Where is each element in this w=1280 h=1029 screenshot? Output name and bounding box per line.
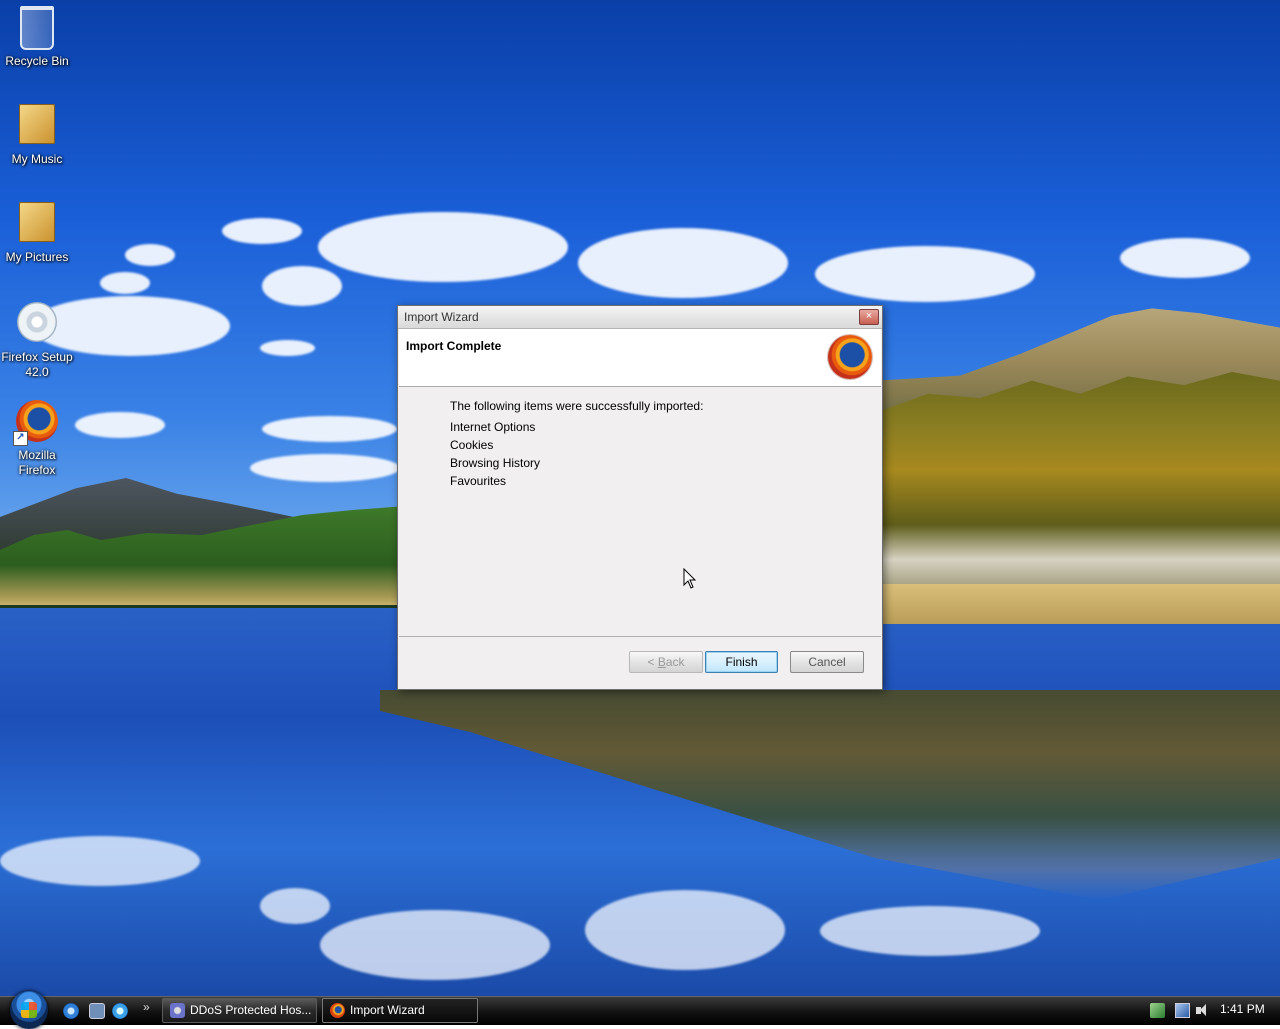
cloud xyxy=(125,244,175,266)
firefox-logo-icon xyxy=(828,335,872,379)
cloud xyxy=(815,246,1035,302)
cloud-reflection xyxy=(260,888,330,924)
cloud-reflection xyxy=(0,836,200,886)
installer-icon xyxy=(15,302,59,346)
switch-windows-icon[interactable] xyxy=(89,1003,105,1019)
desktop-icon-mozilla-firefox[interactable]: ↗ Mozilla Firefox xyxy=(0,400,74,478)
dialog-title: Import Wizard xyxy=(404,310,479,324)
desktop-icon-label: My Pictures xyxy=(5,250,69,264)
back-button[interactable]: < Back xyxy=(629,651,703,673)
cloud-reflection xyxy=(820,906,1040,956)
desktop-icon-firefox-setup[interactable]: Firefox Setup 42.0 xyxy=(0,300,74,380)
network-icon[interactable] xyxy=(1150,1003,1165,1018)
desktop-icon-label: My Music xyxy=(11,152,63,166)
firefox-icon: ↗ xyxy=(13,400,59,446)
wizard-header: Import Complete xyxy=(399,329,881,387)
import-summary-text: The following items were successfully im… xyxy=(450,399,704,413)
imported-item: Internet Options xyxy=(450,420,536,434)
system-tray: 1:41 PM xyxy=(1142,1001,1280,1021)
finish-button[interactable]: Finish xyxy=(705,651,778,673)
cloud-reflection xyxy=(585,890,785,970)
cloud xyxy=(250,454,400,482)
ie-icon[interactable] xyxy=(112,1003,128,1019)
taskbar-button-import-wizard[interactable]: Import Wizard xyxy=(322,998,478,1023)
network-icon[interactable] xyxy=(1175,1003,1190,1018)
forest-right xyxy=(880,372,1280,590)
taskbar-button-label: Import Wizard xyxy=(350,1003,425,1017)
desktop-icon-recycle-bin[interactable]: Recycle Bin xyxy=(0,4,74,69)
recycle-bin-icon xyxy=(15,6,59,50)
cloud xyxy=(262,416,397,442)
quick-launch-more-button[interactable]: » xyxy=(143,1000,150,1014)
taskbar-button-label: DDoS Protected Hos... xyxy=(190,1003,312,1017)
shortcut-arrow-icon: ↗ xyxy=(13,431,28,446)
imported-item: Favourites xyxy=(450,474,507,488)
cloud xyxy=(262,266,342,306)
wizard-content: The following items were successfully im… xyxy=(450,399,703,490)
cloud xyxy=(222,218,302,244)
cloud xyxy=(1120,238,1250,278)
windows-start-orb-icon[interactable] xyxy=(10,991,48,1029)
music-folder-icon xyxy=(15,104,59,148)
close-button[interactable]: × xyxy=(859,309,879,325)
firefox-icon xyxy=(330,1003,345,1018)
ie-icon[interactable] xyxy=(63,1003,79,1019)
desktop-icon-label: Mozilla Firefox xyxy=(18,448,56,477)
dialog-titlebar[interactable]: Import Wizard × xyxy=(398,306,882,329)
clock[interactable]: 1:41 PM xyxy=(1220,1002,1265,1016)
app-icon xyxy=(170,1003,185,1018)
footer-divider xyxy=(399,636,881,637)
desktop-icon-my-music[interactable]: My Music xyxy=(0,102,74,167)
cloud xyxy=(100,272,150,294)
cloud xyxy=(318,212,568,282)
imported-item: Browsing History xyxy=(450,456,541,470)
desktop-icon-my-pictures[interactable]: My Pictures xyxy=(0,200,74,265)
taskbar: » DDoS Protected Hos... Import Wizard 1:… xyxy=(0,991,1280,1029)
back-button-label: ack xyxy=(665,655,685,669)
cloud xyxy=(578,228,788,298)
taskbar-button-ddos[interactable]: DDoS Protected Hos... xyxy=(162,998,317,1023)
wizard-page-title: Import Complete xyxy=(406,339,502,353)
back-button-prefix: < xyxy=(647,655,658,669)
back-button-mnemonic: B xyxy=(657,655,666,669)
pictures-folder-icon xyxy=(15,202,59,246)
cloud xyxy=(75,412,165,438)
lake-reflection xyxy=(380,690,1280,900)
imported-item: Cookies xyxy=(450,438,494,452)
cloud-reflection xyxy=(320,910,550,980)
import-wizard-dialog: Import Wizard × Import Complete The foll… xyxy=(397,305,883,690)
reeds-right xyxy=(880,584,1280,624)
cloud xyxy=(260,340,315,356)
desktop-icon-label: Firefox Setup 42.0 xyxy=(1,350,73,379)
cancel-button[interactable]: Cancel xyxy=(790,651,864,673)
desktop-icon-label: Recycle Bin xyxy=(5,54,69,68)
volume-icon[interactable] xyxy=(1195,1003,1210,1018)
